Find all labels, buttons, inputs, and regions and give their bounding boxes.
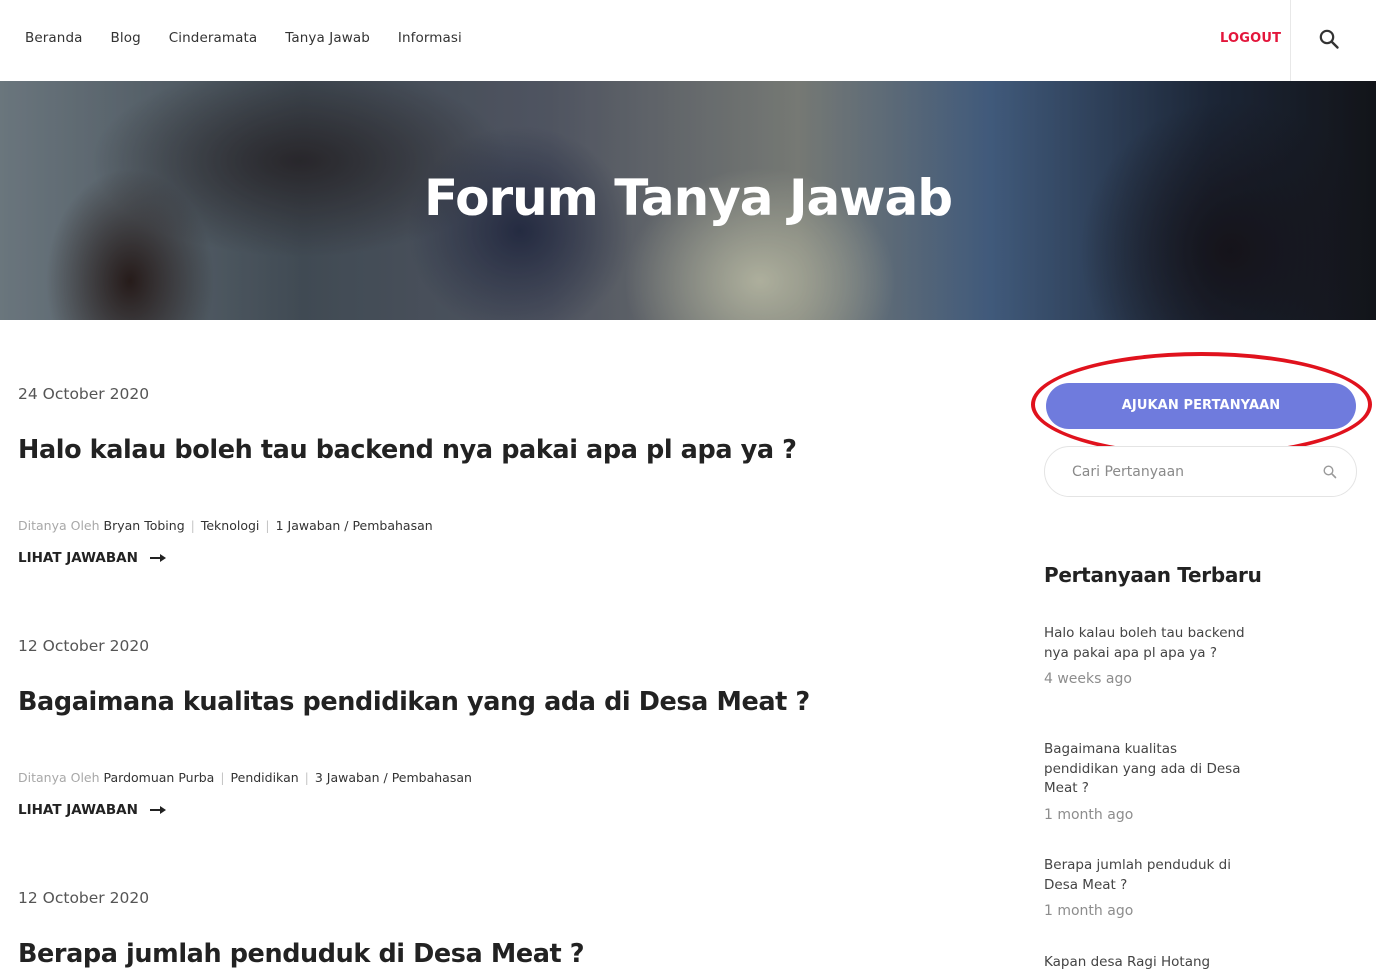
post-answer-count[interactable]: 3 Jawaban / Pembahasan <box>315 770 472 785</box>
nav-link-beranda[interactable]: Beranda <box>25 30 83 46</box>
arrow-right-icon <box>149 553 166 563</box>
nav-link-blog[interactable]: Blog <box>111 30 141 46</box>
post-meta: Ditanya Oleh Pardomuan Purba | Pendidikan |… <box>18 770 472 785</box>
view-answers-link[interactable]: LIHAT JAWABAN <box>18 802 166 818</box>
post-author[interactable]: Bryan Tobing <box>104 518 185 533</box>
recent-question-time: 1 month ago <box>1044 903 1134 919</box>
recent-question-time: 4 weeks ago <box>1044 671 1132 687</box>
hero-banner: Forum Tanya Jawab <box>0 81 1376 320</box>
search-icon[interactable] <box>1318 28 1340 50</box>
recent-question-time: 1 month ago <box>1044 806 1134 823</box>
recent-question-link[interactable]: Bagaimana kualitas pendidikan yang ada d… <box>1044 740 1254 799</box>
asked-by-label: Ditanya Oleh <box>18 518 100 533</box>
search-icon[interactable] <box>1322 464 1338 480</box>
arrow-right-icon <box>149 805 166 815</box>
recent-question-item: Halo kalau boleh tau backend nya pakai a… <box>1044 624 1254 687</box>
page-title: Forum Tanya Jawab <box>423 169 953 227</box>
recent-question-item: Kapan desa Ragi Hotang <box>1044 953 1254 973</box>
asked-by-label: Ditanya Oleh <box>18 770 100 785</box>
logout-link[interactable]: LOGOUT <box>1220 31 1281 46</box>
post-meta: Ditanya Oleh Bryan Tobing | Teknologi | 1 Ja… <box>18 518 433 533</box>
recent-question-item: Berapa jumlah penduduk di Desa Meat ? 1 … <box>1044 856 1254 919</box>
recent-question-link[interactable]: Kapan desa Ragi Hotang <box>1044 953 1254 973</box>
post-date: 24 October 2020 <box>18 385 150 403</box>
meta-separator: | <box>304 770 309 785</box>
nav-link-informasi[interactable]: Informasi <box>398 30 462 46</box>
main-menu: Beranda Blog Cinderamata Tanya Jawab Inf… <box>25 30 490 46</box>
post-title[interactable]: Halo kalau boleh tau backend nya pakai a… <box>18 435 797 465</box>
view-answers-label: LIHAT JAWABAN <box>18 550 138 566</box>
nav-link-cinderamata[interactable]: Cinderamata <box>169 30 258 46</box>
nav-divider <box>1290 0 1291 81</box>
meta-separator: | <box>220 770 225 785</box>
meta-separator: | <box>190 518 195 533</box>
meta-separator: | <box>265 518 270 533</box>
nav-link-tanya-jawab[interactable]: Tanya Jawab <box>285 30 370 46</box>
post-date: 12 October 2020 <box>18 889 150 907</box>
post-title[interactable]: Bagaimana kualitas pendidikan yang ada d… <box>18 687 810 717</box>
view-answers-label: LIHAT JAWABAN <box>18 802 138 818</box>
ask-question-button[interactable]: AJUKAN PERTANYAAN <box>1046 383 1356 429</box>
post-date: 12 October 2020 <box>18 637 150 655</box>
post-author[interactable]: Pardomuan Purba <box>104 770 215 785</box>
view-answers-link[interactable]: LIHAT JAWABAN <box>18 550 166 566</box>
post-title[interactable]: Berapa jumlah penduduk di Desa Meat ? <box>18 939 585 969</box>
question-search <box>1044 446 1357 497</box>
recent-questions-heading: Pertanyaan Terbaru <box>1044 563 1262 587</box>
top-navbar: Beranda Blog Cinderamata Tanya Jawab Inf… <box>0 0 1376 81</box>
post-category[interactable]: Pendidikan <box>231 770 299 785</box>
recent-question-link[interactable]: Berapa jumlah penduduk di Desa Meat ? <box>1044 856 1254 895</box>
search-input[interactable] <box>1072 461 1312 483</box>
post-category[interactable]: Teknologi <box>201 518 260 533</box>
recent-question-item: Bagaimana kualitas pendidikan yang ada d… <box>1044 740 1254 823</box>
recent-question-link[interactable]: Halo kalau boleh tau backend nya pakai a… <box>1044 624 1254 663</box>
post-answer-count[interactable]: 1 Jawaban / Pembahasan <box>276 518 433 533</box>
